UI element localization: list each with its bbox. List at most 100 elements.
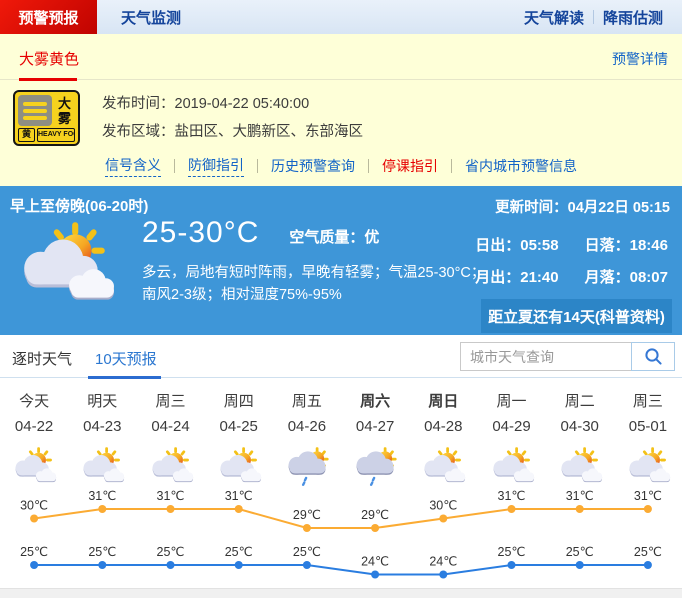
publish-area-line: 发布区域：盐田区、大鹏新区、东部海区: [102, 124, 364, 140]
forecast-day: 今天: [19, 393, 50, 410]
link-signal-meaning[interactable]: 信号含义: [105, 155, 161, 177]
weather-description-line1: 多云，局地有短时阵雨，早晚有轻雾；气温25-30°C；: [142, 265, 486, 281]
fog-en-label: HEAVY FOG: [37, 128, 75, 142]
link-history-query[interactable]: 历史预警查询: [271, 156, 355, 176]
tab-weather-monitor[interactable]: 天气监测: [97, 0, 205, 34]
forecast-date: 04-22: [14, 418, 54, 435]
forecast-tab-row: 逐时天气 10天预报: [0, 335, 682, 379]
weather-icon: [352, 447, 398, 486]
solar-term-note-button[interactable]: 距立夏还有14天(科普资料): [481, 299, 672, 333]
forecast-day: 周三: [155, 393, 186, 410]
forecast-icons: [0, 443, 682, 489]
warning-tab-row: 大雾黄色 预警详情: [0, 34, 682, 81]
tab-weather-monitor-label: 天气监测: [121, 9, 182, 27]
weather-icon: [420, 447, 466, 486]
svg-text:30℃: 30℃: [429, 499, 457, 513]
warning-info: 发布时间：2019-04-22 05:40:00 发布区域：盐田区、大鹏新区、东…: [102, 90, 363, 146]
warning-body: 大雾 黄 HEAVY FOG 发布时间：2019-04-22 05:40:00 …: [13, 90, 363, 146]
link-weather-interpret[interactable]: 天气解读: [515, 7, 593, 28]
publish-area-value: 盐田区、大鹏新区、东部海区: [174, 124, 364, 140]
link-province-warning-info[interactable]: 省内城市预警信息: [465, 156, 577, 176]
forecast-day: 周日: [428, 393, 459, 410]
air-quality-value: 优: [364, 229, 380, 246]
fog-lines-glyph: [18, 95, 52, 126]
weather-icon: [284, 447, 330, 486]
svg-text:31℃: 31℃: [157, 490, 185, 503]
forecast-day: 周一: [496, 393, 527, 410]
sunrise-time: 日出：05:58: [475, 237, 559, 254]
svg-text:31℃: 31℃: [498, 490, 526, 503]
temperature-range: 25-30°C: [142, 216, 260, 249]
tab-warning-forecast-label: 预警预报: [18, 9, 79, 27]
weather-icon: [216, 447, 262, 486]
warning-detail-link[interactable]: 预警详情: [612, 49, 668, 69]
fog-level-label: 黄: [18, 128, 35, 142]
moonrise-time: 月出：21:40: [475, 269, 559, 286]
forecast-date: 04-27: [355, 418, 395, 435]
svg-text:31℃: 31℃: [88, 490, 116, 503]
sunset-time: 日落：18:46: [584, 237, 668, 254]
weather-icon: [148, 447, 194, 486]
temp-row: 25-30°C 空气质量：优: [142, 216, 379, 250]
search-button[interactable]: [631, 342, 675, 371]
forecast-date: 04-25: [219, 418, 258, 435]
svg-text:25℃: 25℃: [566, 545, 594, 559]
tab-fog-yellow-warning[interactable]: 大雾黄色: [19, 48, 79, 69]
forecast-date: 04-30: [560, 418, 599, 435]
weather-icon: [79, 447, 125, 486]
tab-warning-forecast[interactable]: 预警预报: [0, 0, 97, 34]
svg-text:24℃: 24℃: [429, 555, 457, 569]
active-tab-underline: [19, 78, 77, 81]
link-class-suspension[interactable]: 停课指引: [382, 156, 438, 176]
svg-text:25℃: 25℃: [88, 545, 116, 559]
forecast-period-label: 早上至傍晚(06-20时): [10, 198, 149, 215]
forecast-day: 周二: [564, 393, 595, 410]
weather-icon: [11, 447, 57, 486]
link-rain-estimate[interactable]: 降雨估测: [594, 7, 672, 28]
tab-hourly-weather[interactable]: 逐时天气: [12, 348, 72, 369]
warning-section: 大雾黄色 预警详情 大雾 黄 HEAVY FOG 发布时间：2019-04-22…: [0, 34, 682, 186]
forecast-date: 04-23: [83, 418, 122, 435]
weather-icon: [489, 447, 535, 486]
weather-description-line2: 南风2-3级；相对湿度75%-95%: [142, 287, 342, 303]
forecast-date: 04-26: [287, 418, 327, 435]
svg-text:25℃: 25℃: [157, 545, 185, 559]
forecast-dates: 04-22 04-23 04-24 04-25 04-26 04-27 04-2…: [0, 418, 682, 435]
forecast-day: 明天: [87, 393, 118, 410]
weather-icon: [557, 447, 603, 486]
weather-description: 多云，局地有短时阵雨，早晚有轻雾；气温25-30°C； 南风2-3级；相对湿度7…: [142, 262, 485, 306]
svg-text:29℃: 29℃: [293, 508, 321, 522]
svg-text:31℃: 31℃: [225, 490, 253, 503]
svg-text:31℃: 31℃: [566, 490, 594, 503]
tab-ten-day-forecast[interactable]: 10天预报: [95, 348, 157, 369]
link-defense-guide[interactable]: 防御指引: [188, 155, 244, 177]
svg-text:25℃: 25℃: [293, 545, 321, 559]
svg-text:25℃: 25℃: [498, 545, 526, 559]
svg-text:25℃: 25℃: [20, 545, 48, 559]
forecast-day-labels: 今天 明天 周三 周四 周五 周六 周日 周一 周二 周三: [0, 390, 682, 411]
partly-cloudy-icon: [14, 222, 116, 308]
forecast-date: 05-01: [628, 418, 668, 435]
svg-text:24℃: 24℃: [361, 555, 389, 569]
fog-cn-label: 大雾: [57, 96, 71, 126]
publish-time-line: 发布时间：2019-04-22 05:40:00: [102, 96, 310, 112]
publish-time-value: 2019-04-22 05:40:00: [174, 96, 310, 112]
update-time: 更新时间：04月22日 05:15: [495, 200, 670, 216]
weather-icon: [625, 447, 671, 486]
active-tab-underline: [88, 376, 161, 379]
svg-text:30℃: 30℃: [20, 499, 48, 513]
bottom-divider-strip: [0, 588, 682, 598]
forecast-day: 周六: [360, 393, 391, 410]
warning-links-row: 信号含义 防御指引 历史预警查询 停课指引 省内城市预警信息: [0, 155, 682, 177]
svg-text:25℃: 25℃: [634, 545, 662, 559]
search-input[interactable]: [460, 342, 632, 371]
nav-right-links: 天气解读 降雨估测: [515, 0, 672, 34]
forecast-date: 04-28: [424, 418, 463, 435]
moonset-time: 月落：08:07: [584, 269, 668, 286]
air-quality: 空气质量：优: [289, 229, 380, 246]
forecast-date: 04-29: [492, 418, 531, 435]
sun-moon-times: 日出：05:58 日落：18:46 月出：21:40 月落：08:07: [475, 234, 668, 287]
forecast-day: 周五: [291, 393, 322, 410]
svg-text:31℃: 31℃: [634, 490, 662, 503]
forecast-date: 04-24: [151, 418, 190, 435]
